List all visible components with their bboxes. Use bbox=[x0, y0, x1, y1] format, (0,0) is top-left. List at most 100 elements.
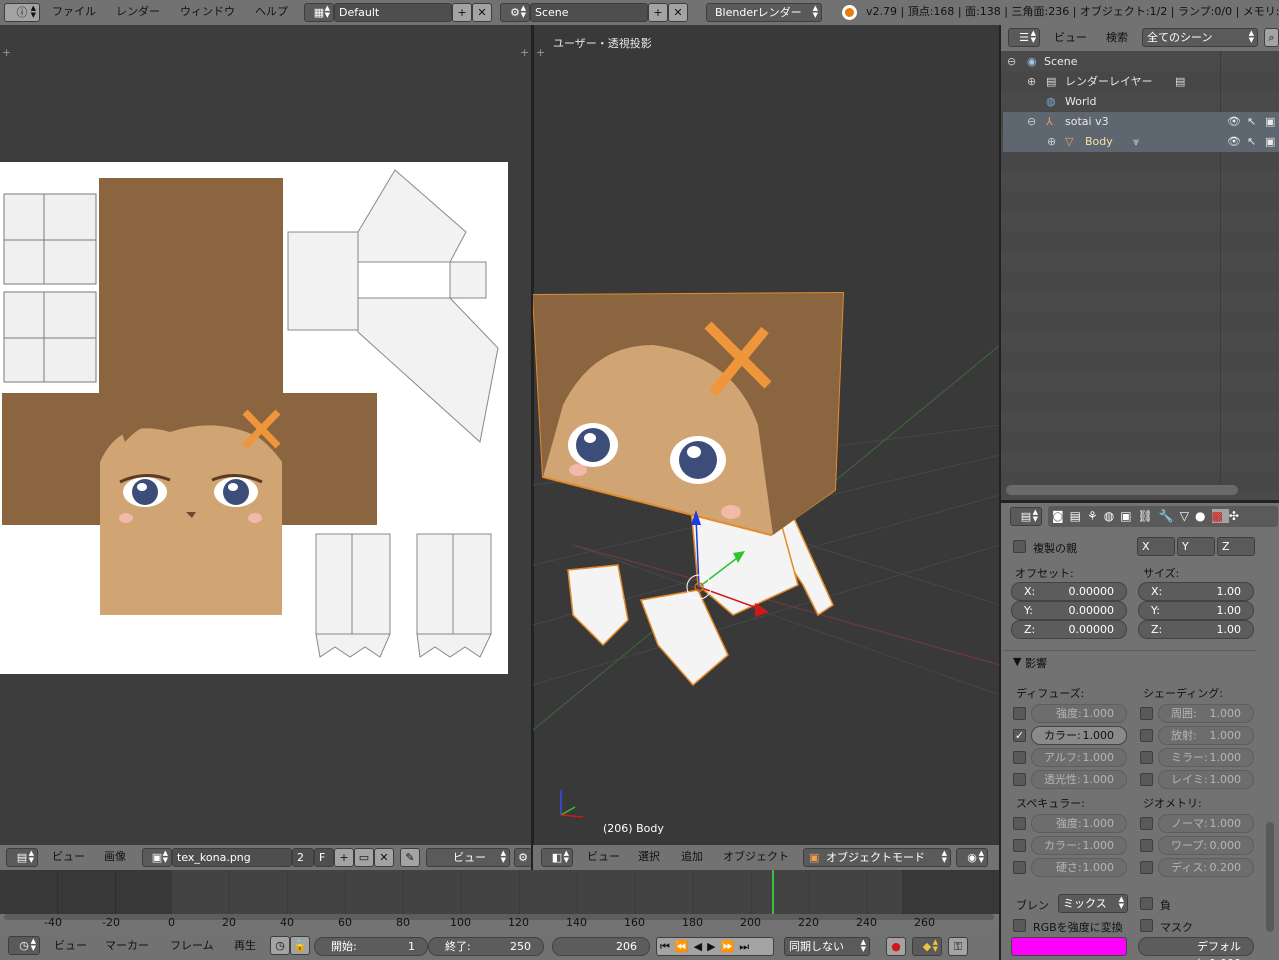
render-camera-icon[interactable]: ▣ bbox=[1265, 132, 1275, 152]
menu-window[interactable]: ウィンドウ bbox=[180, 0, 235, 24]
diffuse-alpha-field[interactable]: アルフ: 1.000 bbox=[1031, 748, 1127, 767]
diffuse-alpha-checkbox[interactable] bbox=[1013, 751, 1026, 764]
geometry-displace-field[interactable]: ディス: 0.200 bbox=[1158, 858, 1254, 877]
data-tab-icon[interactable]: ▽ bbox=[1180, 509, 1195, 523]
outliner-menu-view[interactable]: ビュー bbox=[1054, 26, 1087, 50]
select-cursor-icon[interactable]: ↖ bbox=[1247, 112, 1256, 132]
screen-add-icon[interactable]: + bbox=[452, 3, 472, 22]
outliner-row-world[interactable]: ◍ World bbox=[1003, 92, 1279, 112]
blend-color-swatch[interactable] bbox=[1011, 937, 1127, 956]
image-name-field[interactable]: tex_kona.png bbox=[172, 848, 292, 867]
viewport-shading-icon[interactable]: ◉ ▲ ▼ bbox=[956, 848, 988, 867]
size-z-field[interactable]: Z: 1.00 bbox=[1138, 620, 1254, 639]
uv-menu-image[interactable]: 画像 bbox=[104, 845, 126, 869]
info-editor-type-button[interactable]: ⓘ ▲ ▼ bbox=[4, 3, 40, 22]
timeline-menu-playback[interactable]: 再生 bbox=[234, 934, 256, 958]
shading-ray-mirror-field[interactable]: レイミ: 1.000 bbox=[1158, 770, 1254, 789]
uv-extra-icon[interactable]: ⚙ bbox=[514, 848, 532, 867]
image-users-count[interactable]: 2 bbox=[292, 848, 314, 867]
screen-layout-icon[interactable]: ▦ ▲ ▼ bbox=[304, 3, 334, 22]
jump-end-icon[interactable]: ⏭ bbox=[739, 940, 754, 953]
viewport-menu-select[interactable]: 選択 bbox=[638, 845, 660, 869]
layers-tab-icon[interactable]: ▤ bbox=[1070, 509, 1087, 523]
image-open-icon[interactable]: ▭ bbox=[354, 848, 374, 867]
playback-controls[interactable]: ⏮⏪◀▶⏩⏭ bbox=[656, 937, 774, 956]
modifiers-tab-icon[interactable]: 🔧 bbox=[1159, 509, 1180, 523]
parent-dupli-checkbox[interactable] bbox=[1013, 540, 1026, 553]
keying-set-icon[interactable]: ◆ ▲ ▼ bbox=[912, 937, 942, 956]
geometry-warp-field[interactable]: ワープ: 0.000 bbox=[1158, 836, 1254, 855]
outliner-row-body-mesh[interactable]: ⊕ ▽ Body ⩔ 👁 ↖ ▣ bbox=[1003, 132, 1279, 152]
preview-range-clock-icon[interactable]: ◷ bbox=[270, 936, 290, 955]
outliner-filter-icon[interactable]: ⌕ bbox=[1264, 28, 1279, 47]
geometry-normal-field[interactable]: ノーマ: 1.000 bbox=[1158, 814, 1254, 833]
stencil-mask-checkbox[interactable] bbox=[1140, 919, 1153, 932]
collapse-icon[interactable]: ⊖ bbox=[1007, 52, 1016, 72]
properties-context-tabs[interactable]: ◙▤⚘◍▣⛓🔧▽●▩✣ bbox=[1048, 506, 1278, 527]
expand-icon[interactable]: ⊕ bbox=[1027, 72, 1036, 92]
shading-emit-checkbox[interactable] bbox=[1140, 729, 1153, 742]
diffuse-intensity-checkbox[interactable] bbox=[1013, 707, 1026, 720]
prev-keyframe-icon[interactable]: ⏪ bbox=[675, 940, 694, 953]
default-value-field[interactable]: デフォルト:1.000 bbox=[1138, 937, 1254, 960]
play-icon[interactable]: ▶ bbox=[707, 940, 720, 953]
expand-icon[interactable]: ⊕ bbox=[1047, 132, 1056, 152]
viewport-menu-view[interactable]: ビュー bbox=[587, 845, 620, 869]
geometry-normal-checkbox[interactable] bbox=[1140, 817, 1153, 830]
next-keyframe-icon[interactable]: ⏩ bbox=[721, 940, 740, 953]
menu-help[interactable]: ヘルプ bbox=[255, 0, 288, 24]
screen-close-icon[interactable]: ✕ bbox=[472, 3, 492, 22]
texture-tab-icon[interactable]: ▩ bbox=[1211, 509, 1229, 523]
render-tab-icon[interactable]: ◙ bbox=[1052, 509, 1070, 523]
timeline-editor-type-icon[interactable]: ◷ ▲ ▼ bbox=[8, 936, 40, 955]
viewport-menu-add[interactable]: 追加 bbox=[681, 845, 703, 869]
image-browse-icon[interactable]: ▣ ▲ ▼ bbox=[142, 848, 172, 867]
render-engine-select[interactable]: Blenderレンダー ▲ ▼ bbox=[706, 3, 822, 22]
image-unlink-icon[interactable]: ✕ bbox=[374, 848, 394, 867]
menu-file[interactable]: ファイル bbox=[52, 0, 96, 24]
scene-add-icon[interactable]: + bbox=[648, 3, 668, 22]
specular-intensity-field[interactable]: 強度: 1.000 bbox=[1031, 814, 1127, 833]
material-tab-icon[interactable]: ● bbox=[1195, 509, 1211, 523]
shading-ambient-checkbox[interactable] bbox=[1140, 707, 1153, 720]
outliner-display-mode-select[interactable]: 全てのシーン ▲ ▼ bbox=[1142, 28, 1258, 47]
scene-close-icon[interactable]: ✕ bbox=[668, 3, 688, 22]
specular-hardness-field[interactable]: 硬さ: 1.000 bbox=[1031, 858, 1127, 877]
collapse-icon[interactable]: ⊖ bbox=[1027, 112, 1036, 132]
scene-name-field[interactable]: Scene bbox=[530, 3, 648, 22]
outliner-scrollbar[interactable] bbox=[1006, 485, 1238, 495]
viewport-menu-object[interactable]: オブジェクト bbox=[723, 845, 789, 869]
outliner-row-armature[interactable]: ⊖ ⅄ sotai v3 👁 ↖ ▣ bbox=[1003, 112, 1279, 132]
timeline-menu-marker[interactable]: マーカー bbox=[105, 934, 149, 958]
specular-intensity-checkbox[interactable] bbox=[1013, 817, 1026, 830]
image-new-icon[interactable]: + bbox=[334, 848, 354, 867]
shading-ambient-field[interactable]: 周囲: 1.000 bbox=[1158, 704, 1254, 723]
auto-keying-record-icon[interactable]: ● bbox=[886, 937, 906, 956]
diffuse-intensity-field[interactable]: 強度: 1.000 bbox=[1031, 704, 1127, 723]
influence-panel-header[interactable]: ▼ 影響 bbox=[1003, 650, 1256, 672]
outliner-row-render-layers[interactable]: ⊕ ▤ レンダーレイヤー ▤ bbox=[1003, 72, 1279, 92]
diffuse-translucency-checkbox[interactable] bbox=[1013, 773, 1026, 786]
negative-checkbox[interactable] bbox=[1140, 897, 1153, 910]
properties-editor-type-icon[interactable]: ▤ ▲ ▼ bbox=[1010, 507, 1042, 526]
specular-color-checkbox[interactable] bbox=[1013, 839, 1026, 852]
mapping-y-select[interactable]: Y bbox=[1177, 537, 1215, 556]
offset-z-field[interactable]: Z: 0.00000 bbox=[1011, 620, 1127, 639]
outliner-editor-type-icon[interactable]: ☰ ▲ ▼ bbox=[1008, 28, 1040, 47]
lock-range-icon[interactable]: 🔒 bbox=[290, 936, 310, 955]
uv-texture-image[interactable] bbox=[0, 162, 508, 674]
specular-hardness-checkbox[interactable] bbox=[1013, 861, 1026, 874]
diffuse-color-checkbox[interactable]: ✓ bbox=[1013, 729, 1026, 742]
screen-name-field[interactable]: Default bbox=[334, 3, 452, 22]
uv-editor-type-icon[interactable]: ▤ ▲ ▼ bbox=[6, 848, 38, 867]
shading-mirror-checkbox[interactable] bbox=[1140, 751, 1153, 764]
geometry-warp-checkbox[interactable] bbox=[1140, 839, 1153, 852]
blend-mode-select[interactable]: ミックス ▲ ▼ bbox=[1058, 894, 1128, 913]
uv-area-corner-plus-icon[interactable]: + bbox=[2, 46, 11, 59]
viewport-scene[interactable] bbox=[533, 25, 1000, 845]
image-view-mode-select[interactable]: ビュー ▲ ▼ bbox=[426, 848, 510, 867]
particles-tab-icon[interactable]: ✣ bbox=[1229, 509, 1245, 523]
specular-color-field[interactable]: カラー: 1.000 bbox=[1031, 836, 1127, 855]
shading-ray-mirror-checkbox[interactable] bbox=[1140, 773, 1153, 786]
outliner-row-scene[interactable]: ⊖ ◉ Scene bbox=[1003, 52, 1279, 72]
